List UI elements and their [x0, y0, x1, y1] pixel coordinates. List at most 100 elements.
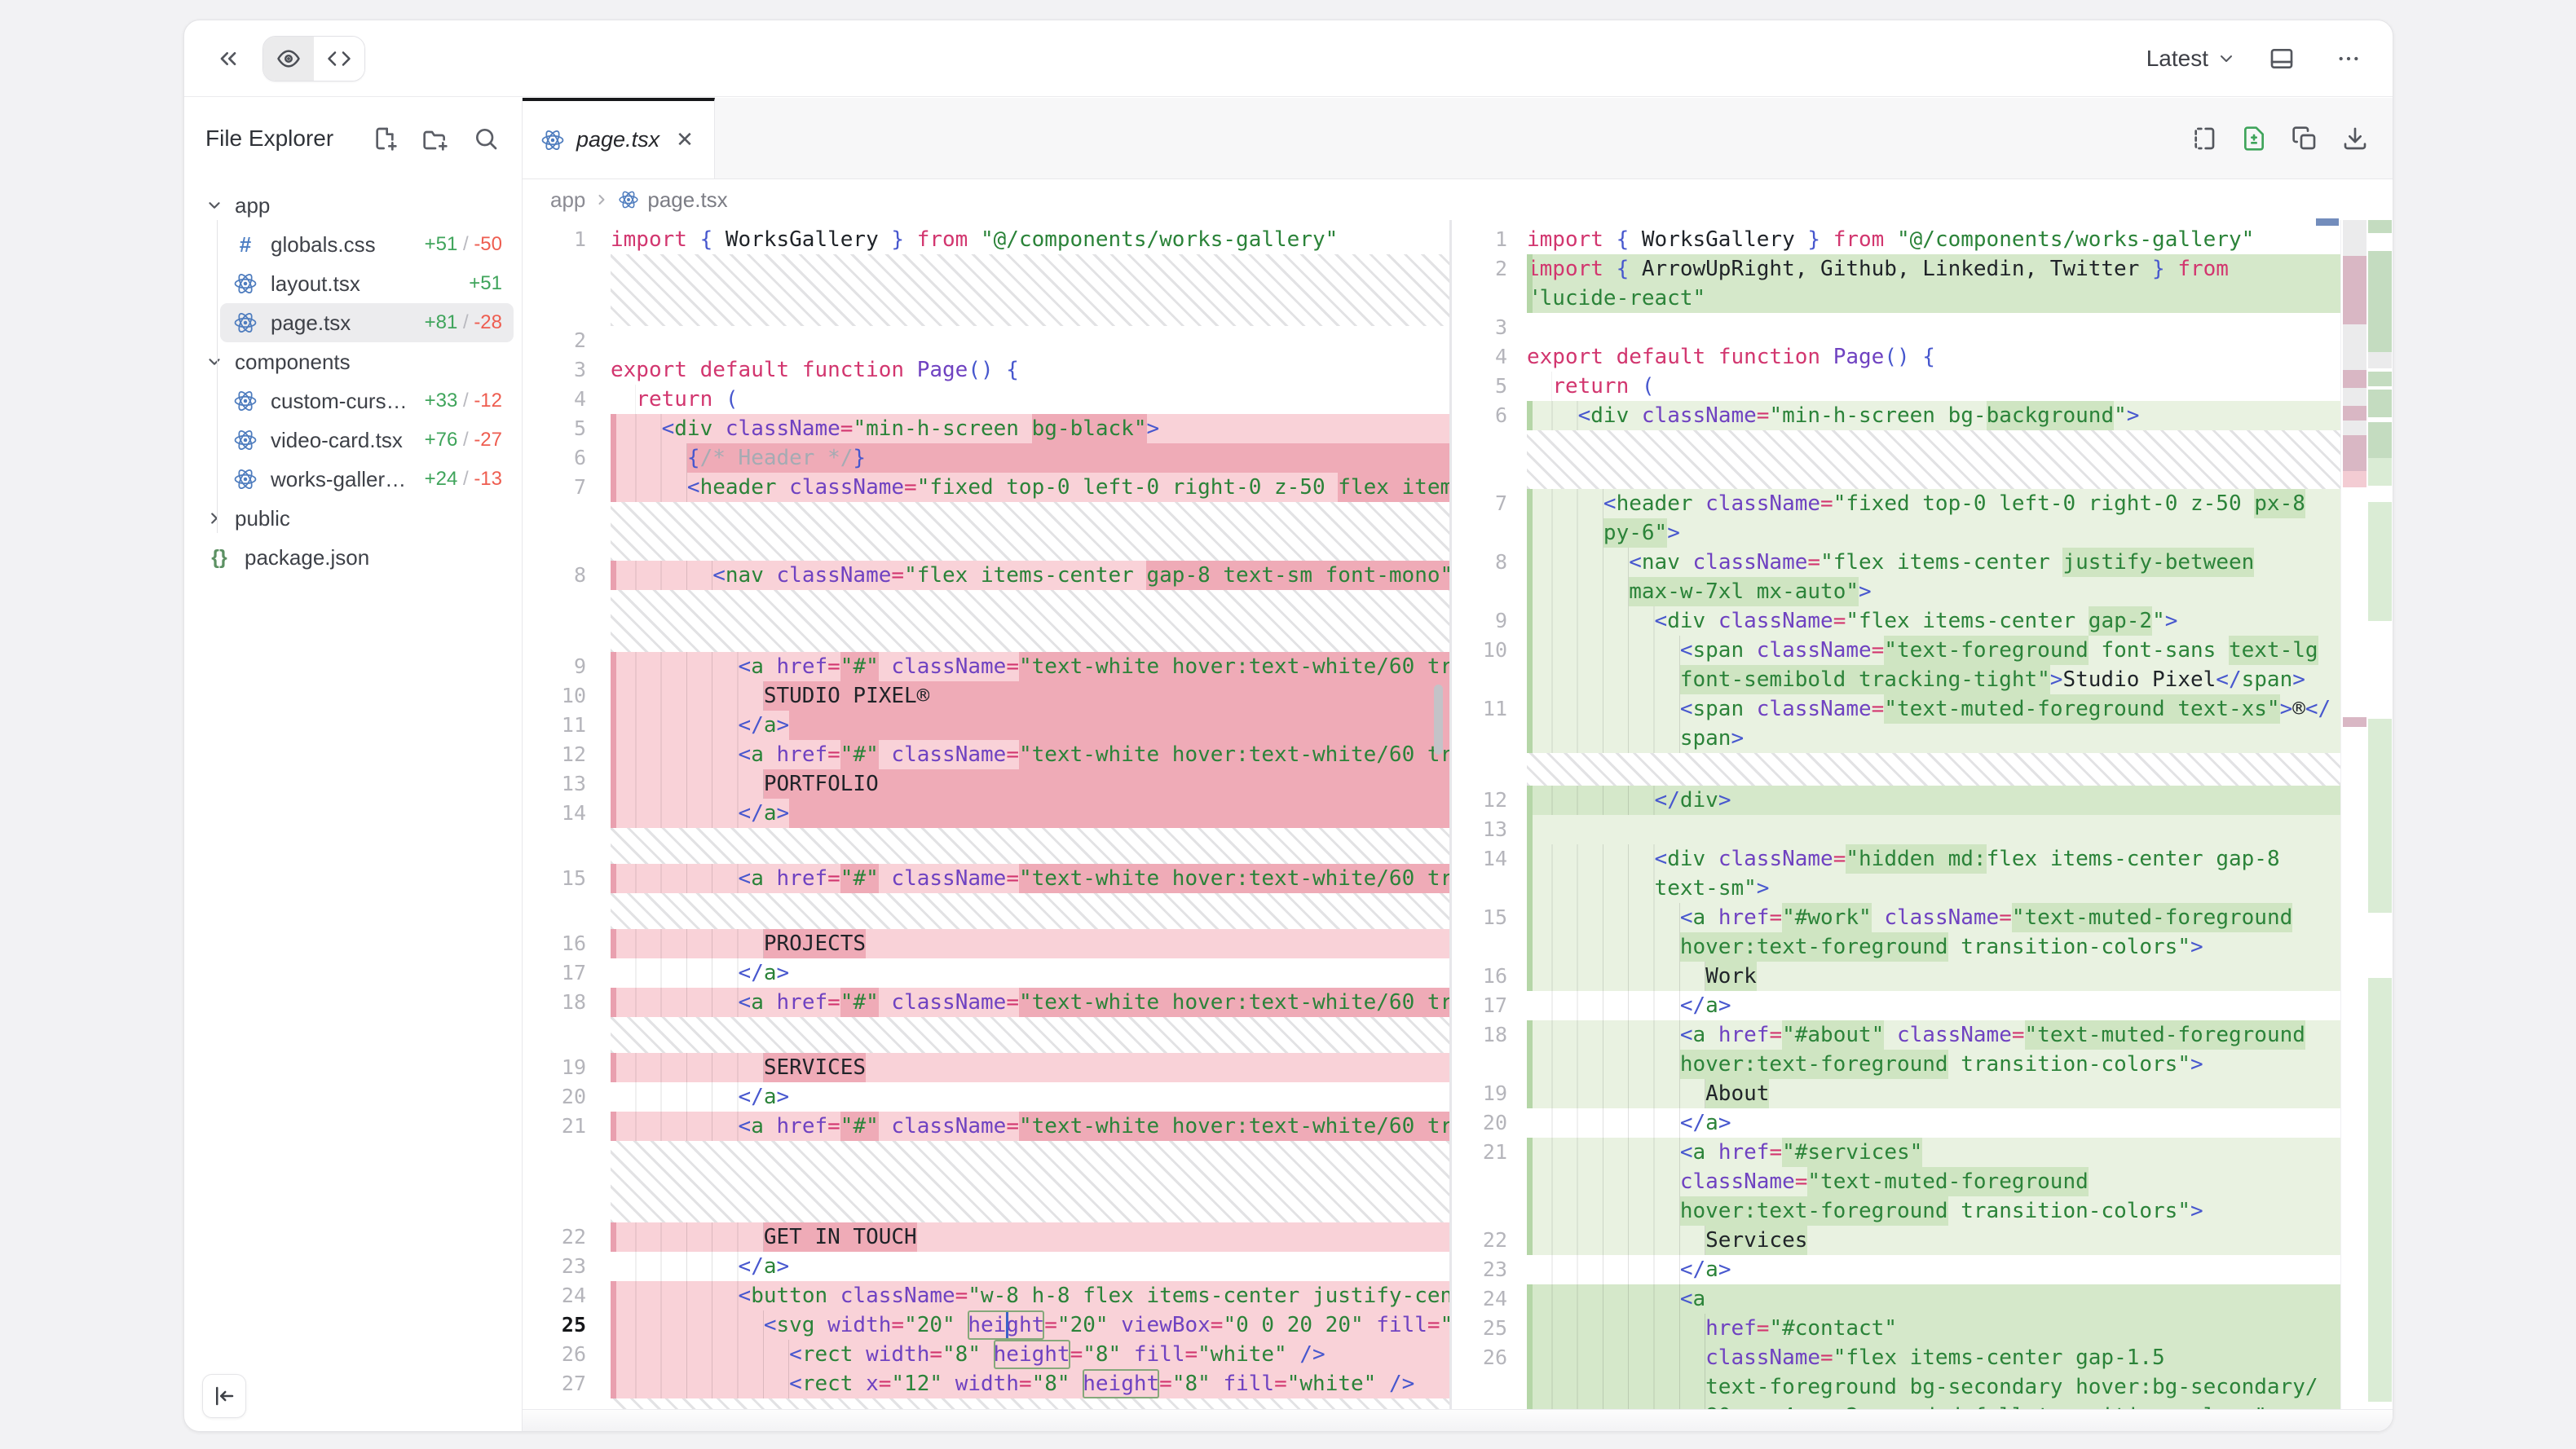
code-line[interactable]: span>: [1452, 724, 2340, 753]
minimap-viewport-indicator[interactable]: [2316, 218, 2339, 226]
code-line[interactable]: 13: [1452, 815, 2340, 844]
code-line[interactable]: className="text-muted-foreground: [1452, 1167, 2340, 1196]
tree-file-globals.css[interactable]: #globals.css+51 / -50: [220, 225, 514, 264]
new-folder-icon[interactable]: [421, 124, 450, 153]
tree-file-package.json[interactable]: {}package.json: [194, 538, 514, 577]
diff-count-badge: +33 / -12: [425, 390, 502, 412]
tree-folder-components[interactable]: components: [194, 342, 514, 381]
search-icon[interactable]: [471, 124, 501, 153]
collapse-panel-icon[interactable]: [207, 37, 249, 80]
code-line[interactable]: 15 <a href="#" className="text-white hov…: [523, 864, 1449, 893]
code-line[interactable]: 7 <header className="fixed top-0 left-0 …: [1452, 489, 2340, 518]
code-line[interactable]: text-sm">: [1452, 874, 2340, 903]
diff-count-badge: +81 / -28: [425, 311, 502, 334]
code-line[interactable]: 26 className="flex items-center gap-1.5: [1452, 1343, 2340, 1372]
version-selector[interactable]: Latest: [2146, 46, 2236, 72]
code-line[interactable]: hover:text-foreground transition-colors"…: [1452, 1196, 2340, 1226]
code-line[interactable]: 12 <a href="#" className="text-white hov…: [523, 740, 1449, 769]
tree-file-layout.tsx[interactable]: layout.tsx+51: [220, 264, 514, 303]
code-line[interactable]: "lucide-react": [1452, 284, 2340, 313]
close-tab-icon[interactable]: ✕: [676, 127, 694, 152]
breadcrumb-parent[interactable]: app: [550, 187, 585, 213]
minimap-removed-block: [2343, 324, 2366, 370]
horizontal-scrollbar-track[interactable]: [523, 1409, 2393, 1431]
collapse-sidebar-icon[interactable]: [202, 1374, 246, 1418]
code-line[interactable]: 24 <button className="w-8 h-8 flex items…: [523, 1281, 1449, 1310]
code-line[interactable]: 14 </a>: [523, 799, 1449, 828]
code-view-icon[interactable]: [314, 37, 364, 81]
code-line[interactable]: 15 <a href="#work" className="text-muted…: [1452, 903, 2340, 932]
panel-bottom-icon[interactable]: [2261, 37, 2303, 80]
code-line[interactable]: 6 <div className="min-h-screen bg-backgr…: [1452, 401, 2340, 430]
code-line[interactable]: 19 About: [1452, 1079, 2340, 1108]
code-line[interactable]: max-w-7xl mx-auto">: [1452, 577, 2340, 606]
code-line[interactable]: 17 </a>: [1452, 991, 2340, 1020]
more-options-icon[interactable]: [2327, 37, 2370, 80]
code-line[interactable]: 24 <a: [1452, 1284, 2340, 1314]
new-file-icon[interactable]: [370, 124, 399, 153]
tree-folder-app[interactable]: app: [194, 186, 514, 225]
code-line[interactable]: 2: [523, 326, 1449, 355]
code-line[interactable]: 18 <a href="#" className="text-white hov…: [523, 988, 1449, 1017]
code-line[interactable]: 1import { WorksGallery } from "@/compone…: [523, 225, 1449, 254]
code-line[interactable]: 8 <nav className="flex items-center just…: [1452, 548, 2340, 577]
code-line[interactable]: 17 </a>: [523, 958, 1449, 988]
tab-page-tsx[interactable]: page.tsx ✕: [523, 98, 715, 178]
code-line[interactable]: 26 <rect width="8" height="8" fill="whit…: [523, 1340, 1449, 1369]
code-line[interactable]: 21 <a href="#services": [1452, 1138, 2340, 1167]
code-line[interactable]: 25 href="#contact": [1452, 1314, 2340, 1343]
code-line[interactable]: 3export default function Page() {: [523, 355, 1449, 385]
copy-icon[interactable]: [2288, 117, 2321, 160]
code-line[interactable]: 20 </a>: [1452, 1108, 2340, 1138]
code-line[interactable]: 18 <a href="#about" className="text-mute…: [1452, 1020, 2340, 1050]
code-line[interactable]: font-semibold tracking-tight">Studio Pix…: [1452, 665, 2340, 694]
code-line[interactable]: 10 STUDIO PIXEL®: [523, 681, 1449, 711]
code-line[interactable]: 23 </a>: [523, 1252, 1449, 1281]
code-line[interactable]: 16 Work: [1452, 962, 2340, 991]
code-line[interactable]: 4export default function Page() {: [1452, 342, 2340, 372]
code-line[interactable]: 11 </a>: [523, 711, 1449, 740]
code-line[interactable]: 23 </a>: [1452, 1255, 2340, 1284]
code-line[interactable]: 1import { WorksGallery } from "@/compone…: [1452, 225, 2340, 254]
code-line[interactable]: 4 return (: [523, 385, 1449, 414]
line-number: 15: [523, 864, 611, 893]
code-line[interactable]: 22 Services: [1452, 1226, 2340, 1255]
tree-file-video-card.tsx[interactable]: video-card.tsx+76 / -27: [220, 421, 514, 460]
code-line[interactable]: 6 {/* Header */}: [523, 443, 1449, 473]
code-line[interactable]: py-6">: [1452, 518, 2340, 548]
code-line[interactable]: 10 <span className="text-foreground font…: [1452, 636, 2340, 665]
code-line[interactable]: 27 <rect x="12" width="8" height="8" fil…: [523, 1369, 1449, 1398]
code-line[interactable]: 20 </a>: [523, 1082, 1449, 1112]
code-line[interactable]: 8 <nav className="flex items-center gap-…: [523, 561, 1449, 590]
code-line[interactable]: 2import { ArrowUpRight, Github, Linkedin…: [1452, 254, 2340, 284]
code-line[interactable]: hover:text-foreground transition-colors"…: [1452, 932, 2340, 962]
code-line[interactable]: 3: [1452, 313, 2340, 342]
breadcrumb-file[interactable]: page.tsx: [647, 187, 727, 213]
code-line[interactable]: 13 PORTFOLIO: [523, 769, 1449, 799]
split-view-icon[interactable]: [2187, 117, 2220, 160]
code-line[interactable]: 9 <div className="flex items-center gap-…: [1452, 606, 2340, 636]
vertical-scrollbar[interactable]: [1434, 685, 1443, 755]
code-line[interactable]: 5 return (: [1452, 372, 2340, 401]
code-line[interactable]: 12 </div>: [1452, 786, 2340, 815]
code-line[interactable]: 11 <span className="text-muted-foregroun…: [1452, 694, 2340, 724]
code-line[interactable]: 14 <div className="hidden md:flex items-…: [1452, 844, 2340, 874]
code-line[interactable]: 21 <a href="#" className="text-white hov…: [523, 1112, 1449, 1141]
download-icon[interactable]: [2339, 117, 2371, 160]
code-line[interactable]: 25 <svg width="20" height="20" viewBox="…: [523, 1310, 1449, 1340]
diff-minimap[interactable]: [2340, 220, 2393, 1431]
tree-file-works-galler-[interactable]: works-galler…+24 / -13: [220, 460, 514, 499]
code-line[interactable]: 16 PROJECTS: [523, 929, 1449, 958]
file-diff-icon[interactable]: [2238, 117, 2270, 160]
code-line[interactable]: text-foreground bg-secondary hover:bg-se…: [1452, 1372, 2340, 1402]
tree-file-custom-curs-[interactable]: custom-curs…+33 / -12: [220, 381, 514, 421]
code-line[interactable]: 19 SERVICES: [523, 1053, 1449, 1082]
code-line[interactable]: 22 GET IN TOUCH: [523, 1222, 1449, 1252]
preview-eye-icon[interactable]: [263, 37, 314, 81]
code-line[interactable]: 7 <header className="fixed top-0 left-0 …: [523, 473, 1449, 502]
code-line[interactable]: 9 <a href="#" className="text-white hove…: [523, 652, 1449, 681]
code-line[interactable]: 5 <div className="min-h-screen bg-black"…: [523, 414, 1449, 443]
code-line[interactable]: hover:text-foreground transition-colors"…: [1452, 1050, 2340, 1079]
tree-folder-public[interactable]: public: [194, 499, 514, 538]
tree-file-page.tsx[interactable]: page.tsx+81 / -28: [220, 303, 514, 342]
